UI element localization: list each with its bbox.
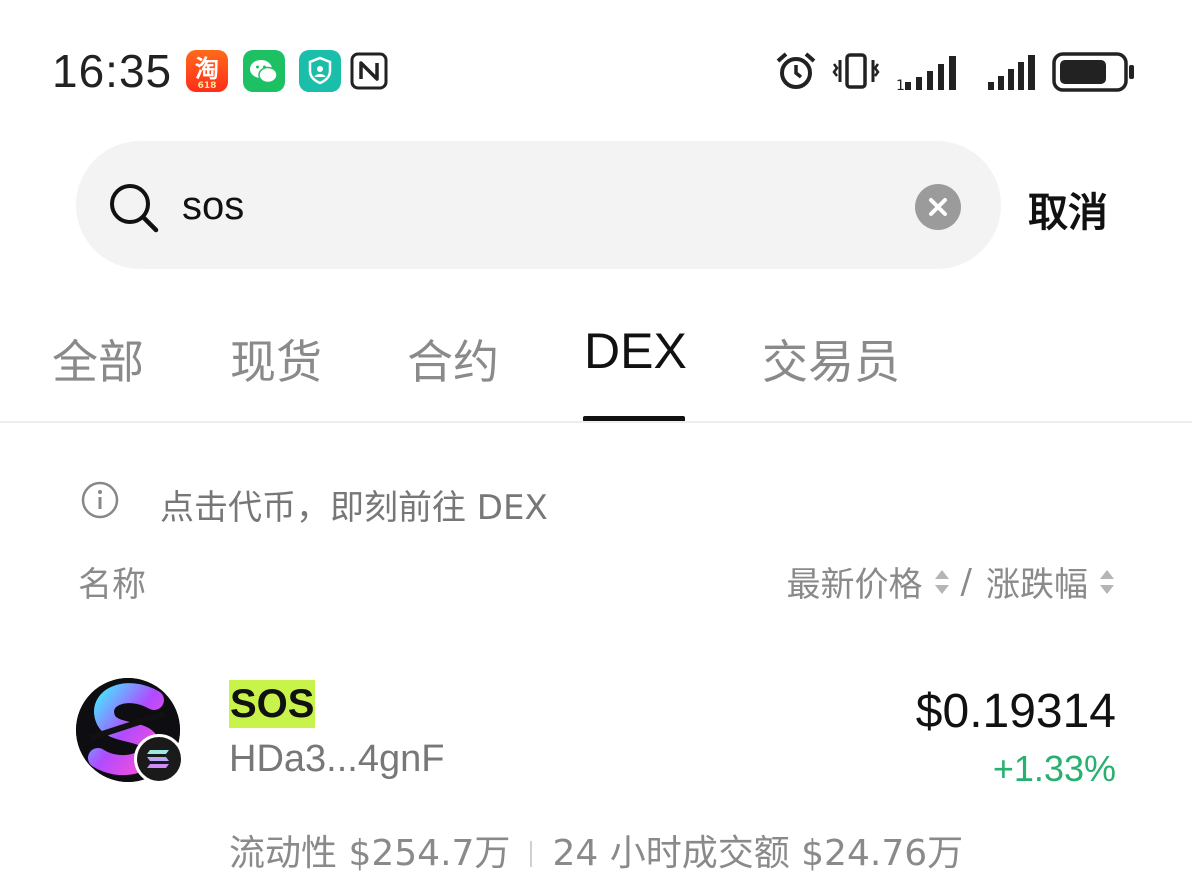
sort-price-icon[interactable] bbox=[933, 565, 951, 599]
taobao-icon-sub: 618 bbox=[197, 81, 217, 91]
token-symbol: SOS bbox=[229, 680, 316, 728]
status-time: 16:35 bbox=[52, 45, 173, 97]
tab-dex[interactable]: DEX bbox=[584, 322, 687, 380]
info-icon bbox=[80, 480, 120, 520]
column-header-price[interactable]: 最新价格 bbox=[787, 557, 923, 606]
token-address: HDa3...4gnF bbox=[229, 738, 445, 780]
liquidity-label: 流动性 bbox=[229, 833, 338, 874]
token-change: +1.33% bbox=[992, 748, 1116, 789]
category-tabs: 全部 现货 合约 DEX 交易员 bbox=[0, 320, 1192, 422]
close-icon bbox=[929, 198, 947, 216]
alarm-icon bbox=[774, 50, 818, 96]
token-stats: 流动性 $254.7万 24 小时成交额 $24.76万 bbox=[229, 824, 963, 876]
search-icon bbox=[106, 180, 160, 234]
status-bar: 16:35 淘 618 1 bbox=[0, 0, 1192, 140]
signal-1-icon: 1 bbox=[896, 52, 966, 96]
svg-text:1: 1 bbox=[896, 78, 905, 92]
signal-2-icon bbox=[986, 52, 1038, 96]
volume-label: 24 小时成交额 bbox=[552, 833, 790, 874]
column-header-price-change: 最新价格 / 涨跌幅 bbox=[787, 557, 1116, 606]
search-input[interactable] bbox=[182, 176, 882, 236]
solana-chain-icon bbox=[134, 734, 184, 784]
dex-info-text: 点击代币，即刻前往 DEX bbox=[160, 488, 548, 528]
tab-spot[interactable]: 现货 bbox=[230, 326, 322, 392]
tab-futures[interactable]: 合约 bbox=[407, 326, 499, 392]
wechat-icon bbox=[243, 50, 285, 92]
column-header-change[interactable]: 涨跌幅 bbox=[986, 557, 1088, 606]
token-price: $0.19314 bbox=[915, 685, 1116, 738]
vibrate-icon bbox=[832, 50, 880, 96]
nfc-icon bbox=[350, 52, 388, 90]
cancel-button[interactable]: 取消 bbox=[1028, 180, 1108, 238]
tab-traders[interactable]: 交易员 bbox=[762, 326, 900, 392]
tab-all[interactable]: 全部 bbox=[52, 326, 144, 392]
clear-search-button[interactable] bbox=[915, 184, 961, 230]
column-header-separator: / bbox=[960, 561, 972, 602]
taobao-icon-glyph: 淘 bbox=[195, 55, 219, 83]
volume-value: $24.76万 bbox=[801, 833, 964, 874]
liquidity-value: $254.7万 bbox=[348, 833, 511, 874]
sort-change-icon[interactable] bbox=[1098, 565, 1116, 599]
taobao-618-icon: 淘 618 bbox=[186, 50, 228, 92]
stat-divider bbox=[530, 841, 533, 867]
shield-app-icon bbox=[299, 50, 341, 92]
tabs-divider bbox=[0, 421, 1192, 423]
battery-icon bbox=[1052, 52, 1136, 96]
column-header-name: 名称 bbox=[78, 565, 146, 605]
